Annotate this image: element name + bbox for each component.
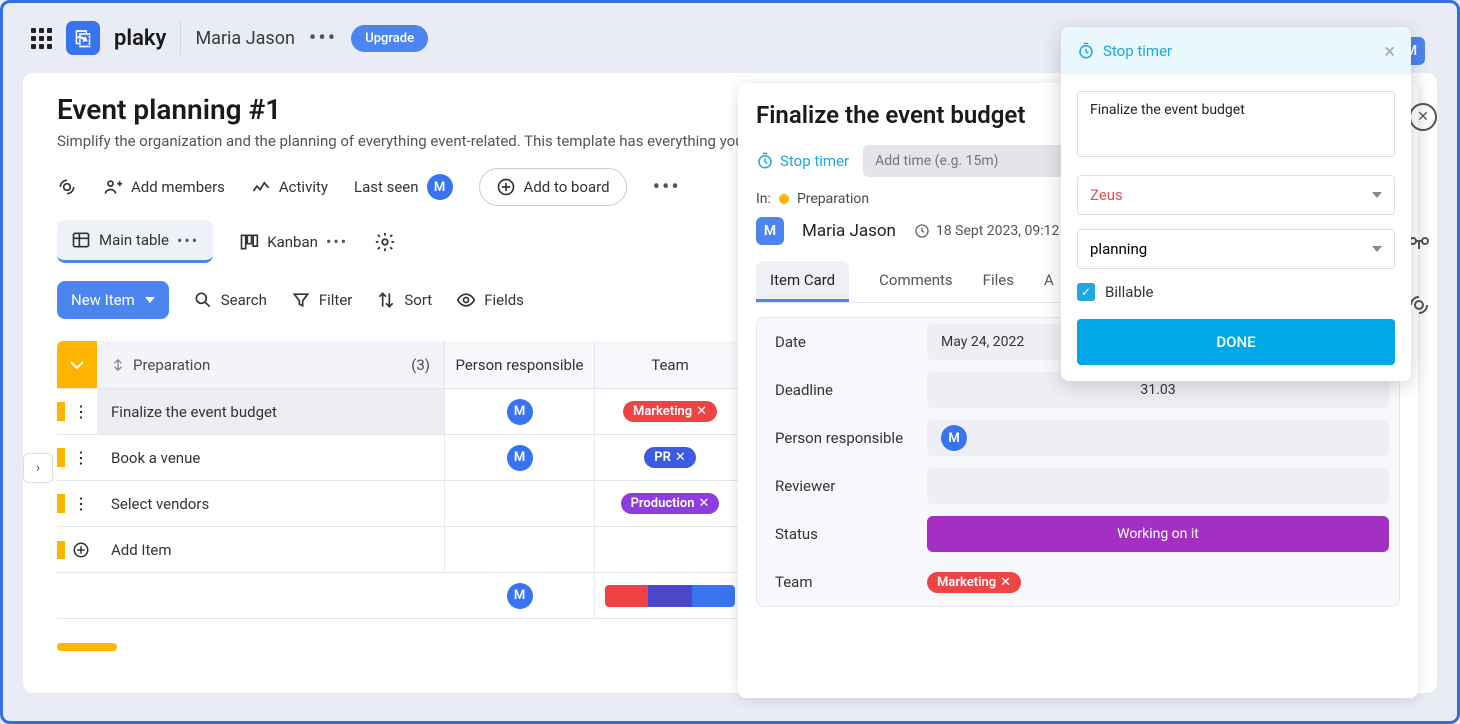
field-value-person[interactable]: M xyxy=(927,420,1389,456)
field-label-deadline: Deadline xyxy=(757,381,927,399)
add-item-label[interactable]: Add Item xyxy=(97,527,445,572)
sort-button[interactable]: Sort xyxy=(376,290,432,310)
field-label-date: Date xyxy=(757,333,927,351)
column-name[interactable]: Preparation (3) xyxy=(97,341,445,388)
tab-activity[interactable]: A xyxy=(1044,261,1054,302)
author-avatar: M xyxy=(756,217,784,245)
timestamp: 18 Sept 2023, 09:12 xyxy=(914,223,1059,239)
more-icon[interactable]: ••• xyxy=(309,26,337,51)
clock-icon xyxy=(914,223,930,239)
timer-description-input[interactable] xyxy=(1077,91,1395,157)
author-name: Maria Jason xyxy=(802,221,896,241)
field-value-team[interactable]: Marketing✕ xyxy=(927,564,1389,600)
brand-name: plaky xyxy=(114,26,166,51)
add-to-board-button[interactable]: Add to board xyxy=(479,168,627,206)
next-group-strip xyxy=(57,643,117,651)
tab-files[interactable]: Files xyxy=(983,261,1014,302)
field-label-team: Team xyxy=(757,573,927,591)
tab-item-card[interactable]: Item Card xyxy=(756,261,849,302)
avatar: M xyxy=(507,583,533,609)
chevron-down-icon xyxy=(145,297,155,303)
add-icon[interactable] xyxy=(72,541,90,559)
cell-team[interactable]: PR✕ xyxy=(595,435,745,480)
timer-popup-title: Stop timer xyxy=(1077,42,1172,60)
field-value-status[interactable]: Working on it xyxy=(927,516,1389,552)
cell-name[interactable]: Finalize the event budget xyxy=(97,389,445,434)
field-label-status: Status xyxy=(757,525,927,543)
last-seen[interactable]: Last seenM xyxy=(354,174,453,200)
add-time-input[interactable] xyxy=(863,145,1065,177)
search-button[interactable]: Search xyxy=(193,290,267,310)
view-main-table[interactable]: Main table ••• xyxy=(57,220,213,263)
timer-tag-select[interactable]: planning xyxy=(1077,229,1395,269)
close-icon[interactable]: ✕ xyxy=(1409,103,1437,131)
expand-sidebar-button[interactable]: › xyxy=(23,453,53,483)
status-dot-icon xyxy=(779,194,789,204)
board-more-icon[interactable]: ••• xyxy=(653,175,681,200)
row-menu-icon[interactable]: ⋮ xyxy=(65,494,97,513)
avatar: M xyxy=(427,174,453,200)
fields-button[interactable]: Fields xyxy=(456,290,524,310)
cell-name[interactable]: Book a venue xyxy=(97,435,445,480)
billable-checkbox[interactable]: ✓Billable xyxy=(1077,283,1395,301)
timer-icon xyxy=(756,152,774,170)
timer-icon xyxy=(1077,42,1095,60)
activity-button[interactable]: Activity xyxy=(251,177,328,197)
new-item-button[interactable]: New Item xyxy=(57,281,169,319)
upgrade-button[interactable]: Upgrade xyxy=(351,25,428,52)
done-button[interactable]: DONE xyxy=(1077,319,1395,365)
column-person[interactable]: Person responsible xyxy=(445,341,595,388)
separator xyxy=(180,21,181,55)
timer-popup: Stop timer × Zeus planning ✓Billable DON… xyxy=(1061,27,1411,381)
team-summary-bar xyxy=(605,585,735,607)
close-icon[interactable]: × xyxy=(1384,39,1395,63)
workspace-name[interactable]: Maria Jason xyxy=(195,28,294,49)
gear-icon[interactable] xyxy=(374,231,396,253)
field-label-reviewer: Reviewer xyxy=(757,477,927,495)
chevron-down-icon xyxy=(1372,246,1382,252)
stop-timer-link[interactable]: Stop timer xyxy=(756,152,849,170)
tab-comments[interactable]: Comments xyxy=(879,261,953,302)
chevron-down-icon xyxy=(1372,192,1382,198)
cell-team[interactable]: Production✕ xyxy=(595,481,745,526)
add-members-button[interactable]: Add members xyxy=(103,177,225,197)
field-label-person: Person responsible xyxy=(757,429,927,447)
cell-name[interactable]: Select vendors xyxy=(97,481,445,526)
timer-project-select[interactable]: Zeus xyxy=(1077,175,1395,215)
filter-button[interactable]: Filter xyxy=(291,290,353,310)
automations-button[interactable] xyxy=(57,177,77,197)
cell-team[interactable]: Marketing✕ xyxy=(595,389,745,434)
cell-person[interactable]: M xyxy=(445,389,595,434)
column-team[interactable]: Team xyxy=(595,341,745,388)
group-collapse-toggle[interactable] xyxy=(57,341,97,388)
apps-grid-icon[interactable] xyxy=(31,28,52,49)
view-kanban[interactable]: Kanban••• xyxy=(239,232,348,252)
row-menu-icon[interactable]: ⋮ xyxy=(65,402,97,421)
view-more-icon[interactable]: ••• xyxy=(177,231,199,250)
cell-person[interactable]: M xyxy=(445,435,595,480)
cell-person[interactable] xyxy=(445,481,595,526)
row-menu-icon[interactable]: ⋮ xyxy=(65,448,97,467)
logo-icon: ⎘ xyxy=(66,21,100,55)
kanban-more-icon[interactable]: ••• xyxy=(326,232,348,251)
field-value-reviewer[interactable] xyxy=(927,468,1389,504)
